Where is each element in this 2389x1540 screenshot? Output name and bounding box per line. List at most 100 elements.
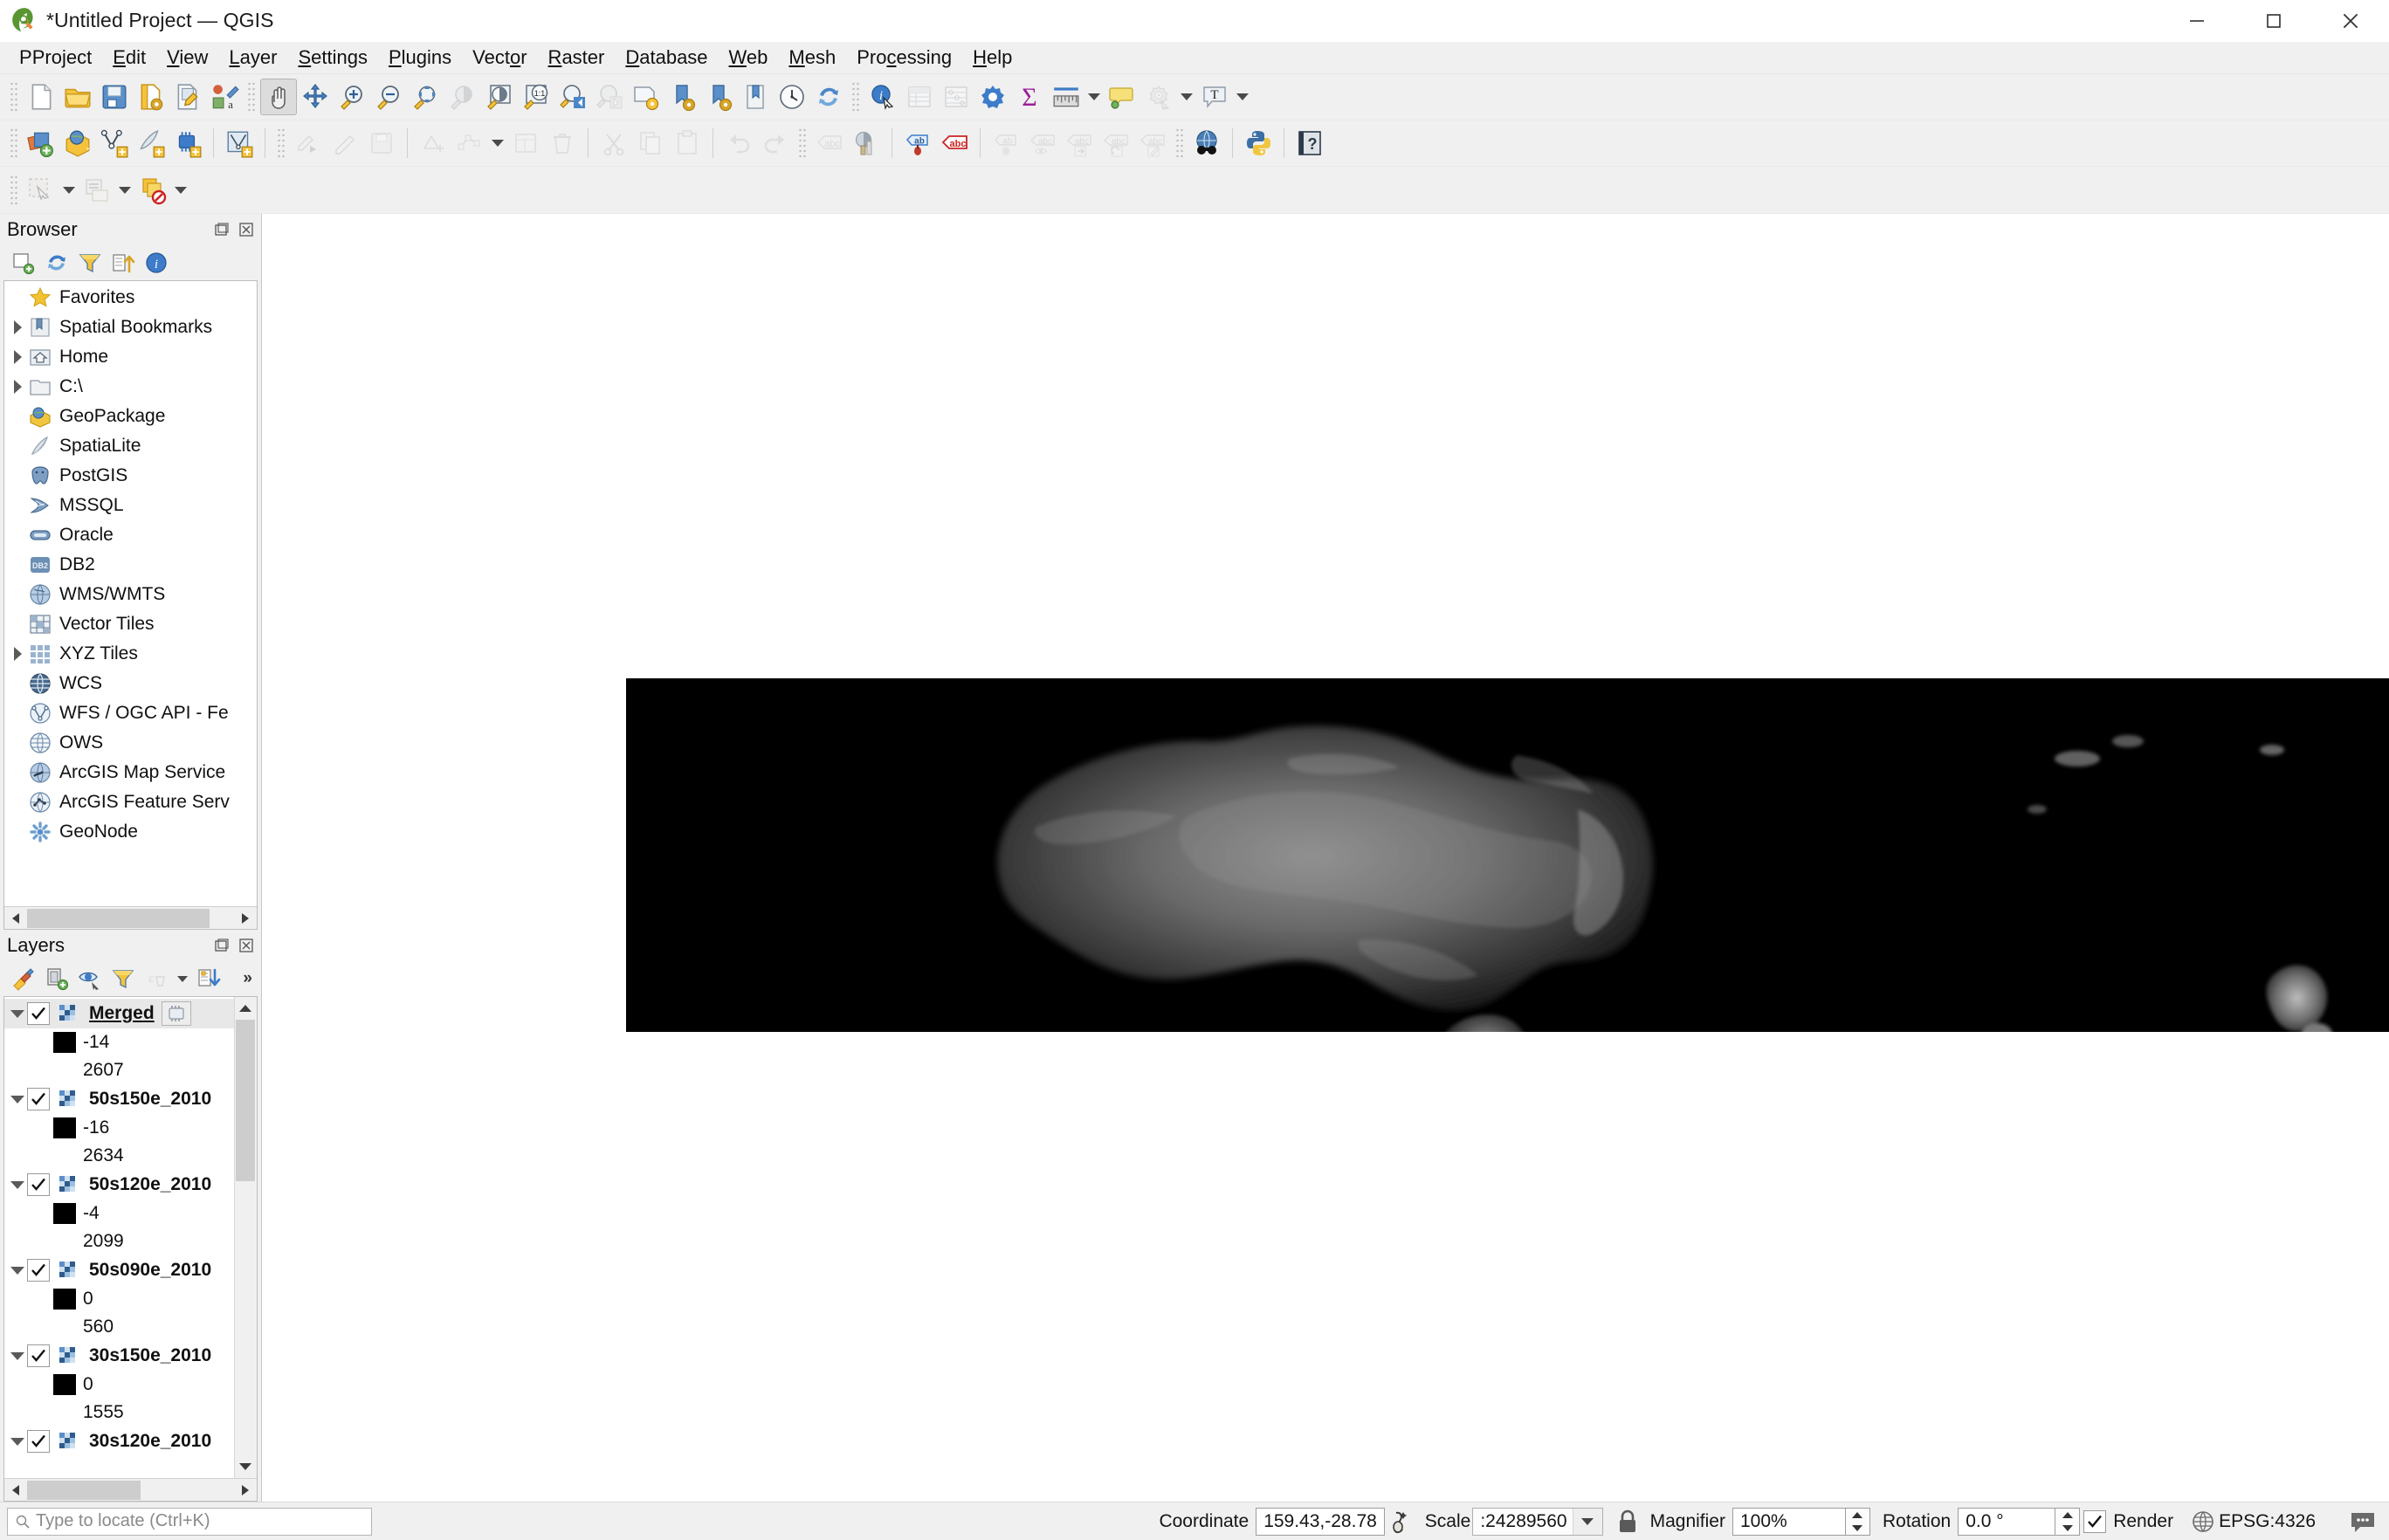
add-vector-layer-button[interactable] xyxy=(96,125,133,162)
select-features-button[interactable] xyxy=(23,172,59,209)
layer-row[interactable]: 50s090e_2010 xyxy=(4,1255,234,1285)
zoom-layer-button[interactable] xyxy=(480,79,517,115)
open-attribute-table-button[interactable] xyxy=(901,79,938,115)
redo-button[interactable] xyxy=(757,125,794,162)
processing-badge-icon[interactable] xyxy=(161,1001,191,1026)
zoom-last-button[interactable] xyxy=(554,79,590,115)
minimize-button[interactable] xyxy=(2158,0,2235,42)
browser-item-oracle[interactable]: Oracle xyxy=(4,520,257,550)
pin-labels-button[interactable]: ab xyxy=(988,125,1024,162)
rotate-label-button[interactable]: abc xyxy=(1098,125,1134,162)
toolbar-handle-label[interactable] xyxy=(798,127,807,159)
layer-visibility-checkbox[interactable] xyxy=(27,1430,50,1453)
layers-hscroll-left[interactable] xyxy=(4,1479,27,1501)
browser-item-ows[interactable]: OWS xyxy=(4,728,257,758)
new-map-view-button[interactable] xyxy=(627,79,664,115)
layer-visibility-checkbox[interactable] xyxy=(27,1002,50,1025)
magnifier-spin-down[interactable] xyxy=(1846,1522,1869,1535)
menu-project[interactable]: PProjectProject xyxy=(9,45,102,71)
toggle-editing-button[interactable] xyxy=(327,125,363,162)
layer-expand-arrow-icon[interactable] xyxy=(8,1427,27,1456)
magnifier-spinner[interactable] xyxy=(1845,1507,1870,1536)
messages-icon[interactable] xyxy=(2345,1506,2380,1537)
toolbar-handle-plugins[interactable] xyxy=(1175,127,1184,159)
browser-item-wms-wmts[interactable]: WMS/WMTS xyxy=(4,580,257,609)
toolbar-handle-datasource[interactable] xyxy=(10,127,18,159)
browser-item-geonode[interactable]: GeoNode xyxy=(4,817,257,847)
add-spatialite-layer-button[interactable] xyxy=(133,125,169,162)
layers-vscroll-up[interactable] xyxy=(235,997,256,1020)
style-manager-button[interactable]: a xyxy=(206,79,243,115)
browser-item-arcgis-map-service[interactable]: ArcGIS Map Service xyxy=(4,758,257,787)
select-by-expression-button[interactable] xyxy=(79,172,115,209)
toolbar-handle-digitizing[interactable] xyxy=(277,127,286,159)
layers-hscroll-right[interactable] xyxy=(234,1479,257,1501)
open-layer-styling-panel-icon[interactable] xyxy=(9,964,38,993)
expand-all-icon[interactable] xyxy=(194,964,224,993)
layer-expand-arrow-icon[interactable] xyxy=(8,999,27,1028)
move-label-button[interactable]: abc xyxy=(1061,125,1098,162)
statistical-summary-button[interactable] xyxy=(938,79,974,115)
measure-line-button[interactable] xyxy=(1048,79,1084,115)
action-dropdown-caret[interactable] xyxy=(1177,79,1196,115)
expand-arrow-icon[interactable] xyxy=(8,639,27,669)
text-annotation-button[interactable]: T xyxy=(1196,79,1233,115)
menu-raster[interactable]: Raster xyxy=(538,45,616,71)
browser-item-wfs-ogc-api-fe[interactable]: WFS / OGC API - Fe xyxy=(4,698,257,728)
menu-settings[interactable]: Settings xyxy=(287,45,378,71)
run-feature-action-button[interactable] xyxy=(1140,79,1177,115)
coordinate-value[interactable]: 159.43,-28.78 xyxy=(1256,1507,1385,1536)
scale-combobox[interactable]: :24289560 xyxy=(1472,1507,1603,1536)
toolbar-handle-mapnav[interactable] xyxy=(247,81,256,113)
measure-dropdown-caret[interactable] xyxy=(1084,79,1104,115)
layer-row[interactable]: 30s120e_2010 xyxy=(4,1427,234,1456)
layers-hscroll-track[interactable] xyxy=(27,1479,234,1501)
undo-button[interactable] xyxy=(720,125,757,162)
crs-globe-icon[interactable] xyxy=(2187,1506,2219,1537)
browser-item-favorites[interactable]: Favorites xyxy=(4,283,257,313)
add-wfs-layer-button[interactable] xyxy=(221,125,258,162)
browser-item-mssql[interactable]: MSSQL xyxy=(4,491,257,520)
magnifier-value[interactable]: 100% xyxy=(1732,1507,1846,1536)
layers-hscrollbar[interactable] xyxy=(4,1478,257,1501)
layers-tree[interactable]: Merged -14 2607 50s150e_2010 -16 2634 50s120e_… xyxy=(4,997,234,1478)
browser-item-wcs[interactable]: WCS xyxy=(4,669,257,698)
layer-labeling-options-button[interactable]: abc xyxy=(811,125,848,162)
layout-manager-button[interactable] xyxy=(169,79,206,115)
toggle-extents-icon[interactable] xyxy=(1385,1506,1416,1537)
menu-mesh[interactable]: Mesh xyxy=(778,45,846,71)
layer-visibility-checkbox[interactable] xyxy=(27,1088,50,1110)
browser-item-spatialite[interactable]: SpatiaLite xyxy=(4,431,257,461)
zoom-next-button[interactable] xyxy=(590,79,627,115)
menu-processing[interactable]: Processing xyxy=(846,45,962,71)
deselect-features-button[interactable] xyxy=(134,172,171,209)
layers-vscroll-down[interactable] xyxy=(235,1455,256,1478)
menu-view[interactable]: View xyxy=(156,45,218,71)
rotation-spin-down[interactable] xyxy=(2055,1522,2079,1535)
paste-features-button[interactable] xyxy=(669,125,706,162)
expand-arrow-icon[interactable] xyxy=(8,372,27,402)
expand-arrow-icon[interactable] xyxy=(8,313,27,342)
layer-visibility-checkbox[interactable] xyxy=(27,1259,50,1282)
python-console-button[interactable] xyxy=(1240,125,1277,162)
new-print-layout-button[interactable] xyxy=(133,79,169,115)
menu-plugins[interactable]: Plugins xyxy=(378,45,462,71)
layer-row[interactable]: 30s150e_2010 xyxy=(4,1341,234,1371)
browser-item-xyz-tiles[interactable]: XYZ Tiles xyxy=(4,639,257,669)
manage-map-themes-icon[interactable] xyxy=(75,964,105,993)
new-project-button[interactable] xyxy=(23,79,59,115)
show-bookmark-manager-button[interactable] xyxy=(737,79,774,115)
layer-expand-arrow-icon[interactable] xyxy=(8,1255,27,1285)
change-label-button[interactable]: abc xyxy=(1134,125,1171,162)
toggle-unplaced-labels-button[interactable]: abc xyxy=(936,125,973,162)
crs-label[interactable]: EPSG:4326 xyxy=(2219,1511,2316,1532)
add-group-icon[interactable] xyxy=(42,964,72,993)
zoom-native-button[interactable]: 1:1 xyxy=(517,79,554,115)
copy-features-button[interactable] xyxy=(632,125,669,162)
select-by-expression-caret[interactable] xyxy=(115,172,134,209)
layer-expand-arrow-icon[interactable] xyxy=(8,1084,27,1114)
toolbar-handle-attributes[interactable] xyxy=(851,81,860,113)
browser-hscroll-right[interactable] xyxy=(234,907,257,929)
filter-browser-icon[interactable] xyxy=(75,248,105,278)
cut-features-button[interactable] xyxy=(596,125,632,162)
